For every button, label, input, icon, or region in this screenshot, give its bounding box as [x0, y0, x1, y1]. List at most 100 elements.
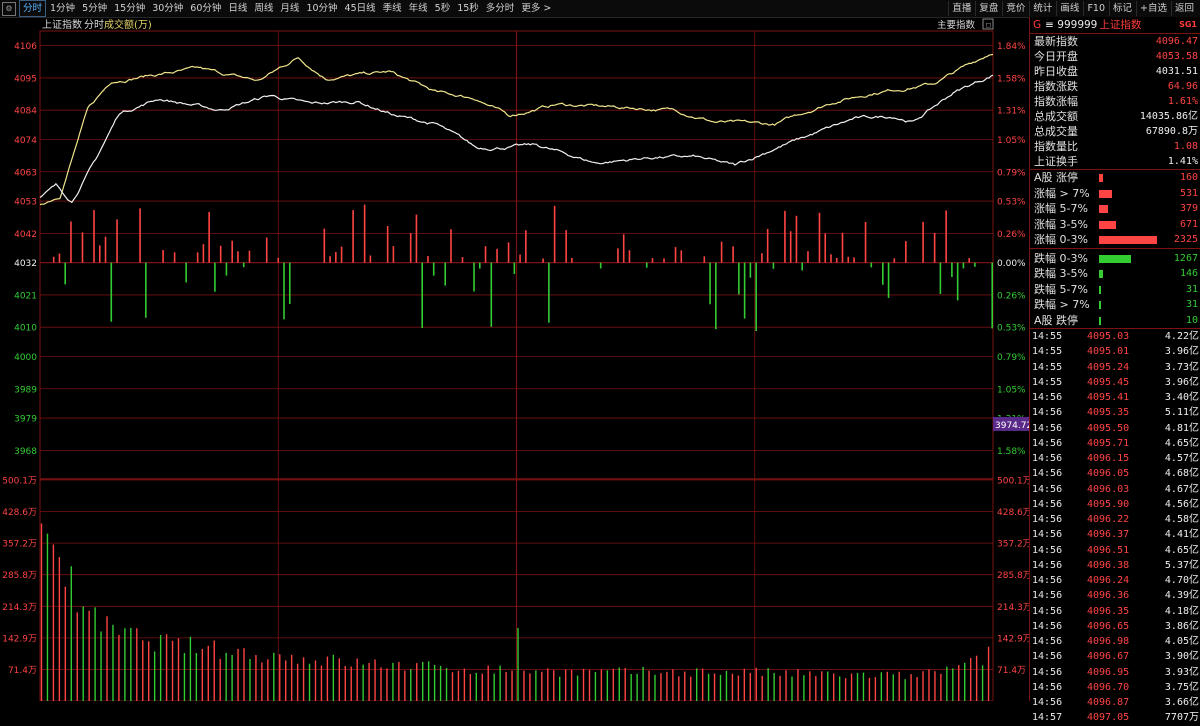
tick-row[interactable]: 14:55 4095.03 4.22亿	[1030, 329, 1200, 344]
tick-row[interactable]: 14:56 4096.24 4.70亿	[1030, 573, 1200, 588]
volume-tick-label: 500.1万	[2, 477, 37, 487]
tick-time: 14:56	[1032, 605, 1063, 617]
tick-amount: 4.58亿	[1165, 512, 1199, 527]
group-badge: G	[1033, 19, 1042, 31]
quote-row: 指数量比 1.08	[1030, 139, 1200, 154]
tick-amount-value: 4.70	[1164, 575, 1189, 586]
tick-row[interactable]: 14:56 4096.37 4.41亿	[1030, 527, 1200, 542]
tick-row[interactable]: 14:56 4096.67 3.90亿	[1030, 649, 1200, 664]
period-tab[interactable]: 60分钟	[187, 1, 224, 16]
tick-list[interactable]: 14:55 4095.03 4.22亿 14:55 4095.01 3.96亿 14:55 4…	[1030, 328, 1200, 726]
tick-row[interactable]: 14:56 4095.41 3.40亿	[1030, 390, 1200, 405]
tick-row[interactable]: 14:55 4095.01 3.96亿	[1030, 344, 1200, 359]
tick-row[interactable]: 14:56 4096.70 3.75亿	[1030, 680, 1200, 695]
breadth-bars	[52, 204, 994, 331]
tick-time: 14:55	[1032, 331, 1063, 342]
tick-amount-value: 3.40	[1164, 392, 1189, 403]
tick-amount: 3.75亿	[1165, 680, 1199, 695]
period-tab[interactable]: 日线	[225, 1, 250, 16]
breadth-count: 2325	[1173, 234, 1198, 245]
tick-time: 14:56	[1032, 514, 1063, 525]
period-tab[interactable]: 月线	[277, 1, 302, 16]
breadth-down-row: 跌幅 0-3% 1267	[1030, 251, 1200, 267]
period-tab[interactable]: 10分钟	[303, 1, 340, 16]
tick-time: 14:56	[1032, 544, 1063, 556]
period-tab[interactable]: 季线	[380, 1, 405, 16]
toolbar-button[interactable]: 直播	[948, 1, 974, 16]
tick-price: 4096.22	[1087, 514, 1130, 525]
tick-price: 4096.15	[1087, 453, 1130, 464]
breadth-count: 31	[1185, 299, 1198, 310]
tick-amount-unit: 亿	[1189, 651, 1199, 663]
price-tick-label: 4053	[14, 198, 37, 208]
price-tick-label: 4042	[14, 230, 37, 240]
tick-row[interactable]: 14:56 4096.22 4.58亿	[1030, 512, 1200, 527]
tick-amount-value: 4.22	[1164, 331, 1189, 342]
tick-row[interactable]: 14:56 4096.95 3.93亿	[1030, 665, 1200, 680]
toolbar-button[interactable]: +自选	[1136, 1, 1170, 16]
period-tab[interactable]: 15分钟	[111, 1, 148, 16]
toolbar-button[interactable]: F10	[1083, 1, 1108, 16]
breadth-count: 160	[1179, 172, 1198, 183]
tick-row[interactable]: 14:56 4095.50 4.81亿	[1030, 421, 1200, 436]
period-tab[interactable]: 1分钟	[47, 1, 78, 16]
period-tab[interactable]: 5分钟	[79, 1, 110, 16]
volume-bars	[40, 523, 990, 701]
tick-amount-value: 5.11	[1164, 407, 1189, 419]
period-tab[interactable]: 45日线	[342, 1, 379, 16]
tick-row[interactable]: 14:56 4095.90 4.56亿	[1030, 497, 1200, 512]
tick-price: 4096.03	[1087, 483, 1130, 495]
volume-tick-label: 285.8万	[2, 571, 37, 581]
breadth-up-bar	[1099, 189, 1113, 198]
tick-row[interactable]: 14:56 4096.51 4.65亿	[1030, 543, 1200, 558]
tick-row[interactable]: 14:56 4096.36 4.39亿	[1030, 588, 1200, 603]
tick-row[interactable]: 14:56 4096.03 4.67亿	[1030, 482, 1200, 497]
tick-row[interactable]: 14:57 4097.05 7707万	[1030, 710, 1200, 725]
breadth-down-bar	[1099, 301, 1101, 309]
main-index-button[interactable]: 主要指数	[937, 19, 976, 31]
tick-row[interactable]: 14:56 4096.35 4.18亿	[1030, 604, 1200, 619]
toolbar-button[interactable]: 竞价	[1002, 1, 1028, 16]
tick-price: 4096.24	[1087, 575, 1130, 586]
toolbar-button[interactable]: 标记	[1109, 1, 1135, 16]
toolbar-settings-icon[interactable]: ⚙	[2, 1, 16, 16]
tick-row[interactable]: 14:56 4096.38 5.37亿	[1030, 558, 1200, 573]
toolbar-button[interactable]: 画线	[1056, 1, 1082, 16]
tick-price: 4095.90	[1087, 498, 1130, 510]
period-tab[interactable]: 分时	[19, 0, 47, 17]
tick-amount-unit: 亿	[1189, 559, 1199, 571]
toolbar-button[interactable]: 返回	[1170, 1, 1197, 16]
tick-row[interactable]: 14:55 4095.45 3.96亿	[1030, 375, 1200, 390]
pct-tick-label: 1.05%	[997, 385, 1026, 395]
tick-price: 4096.51	[1087, 544, 1130, 556]
period-tab[interactable]: 多分时	[483, 1, 518, 16]
tick-row[interactable]: 14:55 4095.24 3.73亿	[1030, 360, 1200, 375]
toolbar-button[interactable]: 统计	[1029, 1, 1055, 16]
tick-amount: 3.93亿	[1165, 665, 1199, 680]
tick-row[interactable]: 14:56 4096.05 4.68亿	[1030, 466, 1200, 481]
breadth-down-row: 跌幅 3-5% 146	[1030, 266, 1200, 282]
quote-row: 昨日收盘 4031.51	[1030, 64, 1200, 79]
period-tab[interactable]: 周线	[251, 1, 276, 16]
tick-row[interactable]: 14:56 4096.65 3.86亿	[1030, 619, 1200, 634]
breadth-label: 跌幅 0-3%	[1034, 251, 1088, 265]
quote-row: 总成交量 67890.8万	[1030, 124, 1200, 139]
period-tab[interactable]: 5秒	[432, 1, 454, 16]
tick-row[interactable]: 14:56 4095.35 5.11亿	[1030, 405, 1200, 420]
tick-row[interactable]: 14:56 4096.15 4.57亿	[1030, 451, 1200, 466]
period-tab[interactable]: 年线	[406, 1, 431, 16]
tick-row[interactable]: 14:56 4096.98 4.05亿	[1030, 634, 1200, 649]
pct-tick-label: 0.26%	[997, 291, 1026, 301]
quote-row: 上证换手 1.41%	[1030, 154, 1200, 169]
tick-amount-unit: 亿	[1189, 529, 1199, 541]
tick-amount-unit: 亿	[1189, 697, 1199, 708]
period-tab[interactable]: 更多 >	[518, 1, 554, 16]
period-tab[interactable]: 30分钟	[149, 1, 186, 16]
tick-amount-value: 4.65	[1164, 437, 1189, 449]
tick-row[interactable]: 14:56 4096.87 3.66亿	[1030, 695, 1200, 710]
sg-badge[interactable]: SG1	[1179, 17, 1197, 33]
period-tab[interactable]: 15秒	[454, 1, 482, 16]
tick-row[interactable]: 14:56 4095.71 4.65亿	[1030, 436, 1200, 451]
toolbar-button[interactable]: 复盘	[975, 1, 1001, 16]
intraday-chart[interactable]: 4106 4095 4084 4074 4063 4053 4042 4032 4021 4010…	[0, 17, 1029, 701]
